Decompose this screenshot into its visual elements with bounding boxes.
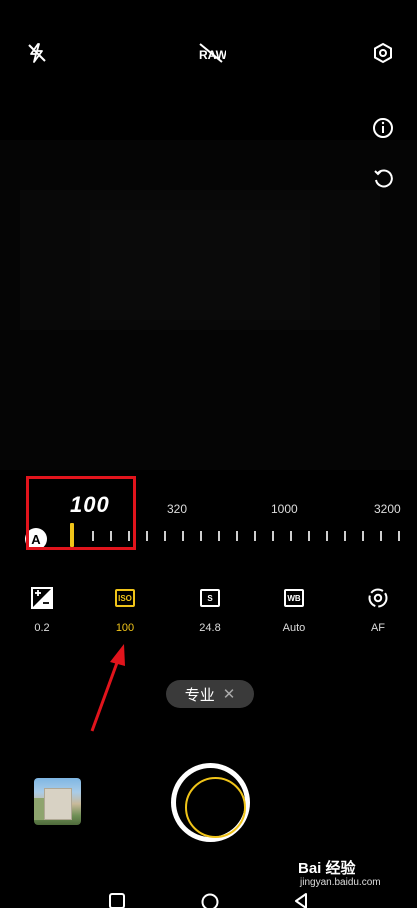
iso-scale-tick: [236, 531, 238, 541]
home-icon[interactable]: [200, 892, 220, 908]
mode-focus-value: AF: [370, 622, 386, 634]
iso-icon-text: ISO: [115, 589, 135, 607]
watermark: Bai 经验 jingyan.baidu.com: [298, 857, 414, 897]
iso-scale-tick: [200, 531, 202, 541]
iso-scale-tick: [182, 531, 184, 541]
iso-scale-tick: [290, 531, 292, 541]
watermark-main: Bai 经验: [298, 860, 356, 877]
iso-icon: ISO: [113, 586, 137, 610]
info-icon-graphic: [373, 118, 393, 138]
iso-scale-tick: [164, 531, 166, 541]
mode-exposure[interactable]: 0.2: [12, 586, 72, 634]
mode-iso[interactable]: ISO 100: [95, 586, 155, 634]
shutter-button[interactable]: [171, 763, 250, 842]
iso-scale-tick: [362, 531, 364, 541]
mode-white-balance[interactable]: WB Auto: [264, 586, 324, 634]
iso-tick-label: 320: [167, 502, 188, 516]
mode-shutter-speed-value: 24.8: [199, 622, 221, 634]
close-icon[interactable]: ✕: [223, 685, 236, 703]
iso-scale-tick: [380, 531, 382, 541]
thumbnail-tree: [34, 798, 44, 820]
iso-scale-tick: [218, 531, 220, 541]
iso-scale-tick: [398, 531, 400, 541]
flash-off-icon[interactable]: [22, 38, 52, 68]
shutter-ring: [185, 777, 246, 838]
iso-scale-tick: [146, 531, 148, 541]
iso-scale-tick: [272, 531, 274, 541]
recent-apps-icon[interactable]: [108, 892, 126, 908]
iso-tick-label: 1000: [271, 502, 298, 516]
reset-icon[interactable]: [368, 164, 398, 194]
thumbnail-building: [44, 788, 72, 820]
iso-scale-tick: [326, 531, 328, 541]
mode-iso-value: 100: [115, 622, 135, 634]
flash-off-icon-graphic: [28, 43, 46, 63]
exposure-icon: [30, 586, 54, 610]
info-icon[interactable]: [368, 113, 398, 143]
iso-scale-tick: [254, 531, 256, 541]
focus-icon: [366, 586, 390, 610]
pro-mode-chip[interactable]: 专业 ✕: [166, 680, 254, 708]
iso-scale-tick: [344, 531, 346, 541]
pro-mode-label: 专业: [184, 686, 215, 704]
raw-icon-graphic: RAW: [199, 43, 226, 63]
mode-shutter-speed[interactable]: S 24.8: [180, 586, 240, 634]
shutter-speed-icon-text: S: [200, 589, 220, 607]
reset-icon-graphic: [374, 169, 393, 188]
scene-shape: [90, 210, 310, 320]
watermark-sub: jingyan.baidu.com: [300, 877, 381, 888]
white-balance-icon-text: WB: [284, 589, 304, 607]
raw-icon[interactable]: RAW: [194, 38, 228, 68]
mode-exposure-value: 0.2: [34, 622, 50, 634]
annotation-highlight-box: [26, 476, 136, 550]
mode-focus[interactable]: AF: [348, 586, 408, 634]
svg-text:RAW: RAW: [199, 48, 226, 62]
mode-white-balance-value: Auto: [282, 622, 306, 634]
settings-icon[interactable]: [368, 38, 398, 68]
iso-tick-label: 3200: [374, 502, 401, 516]
gallery-thumbnail[interactable]: [34, 778, 81, 825]
viewfinder[interactable]: [0, 140, 417, 470]
iso-scale-tick: [308, 531, 310, 541]
shutter-inner: [176, 768, 246, 838]
white-balance-icon: WB: [282, 586, 306, 610]
shutter-speed-icon: S: [198, 586, 222, 610]
settings-icon-graphic: [374, 42, 392, 64]
